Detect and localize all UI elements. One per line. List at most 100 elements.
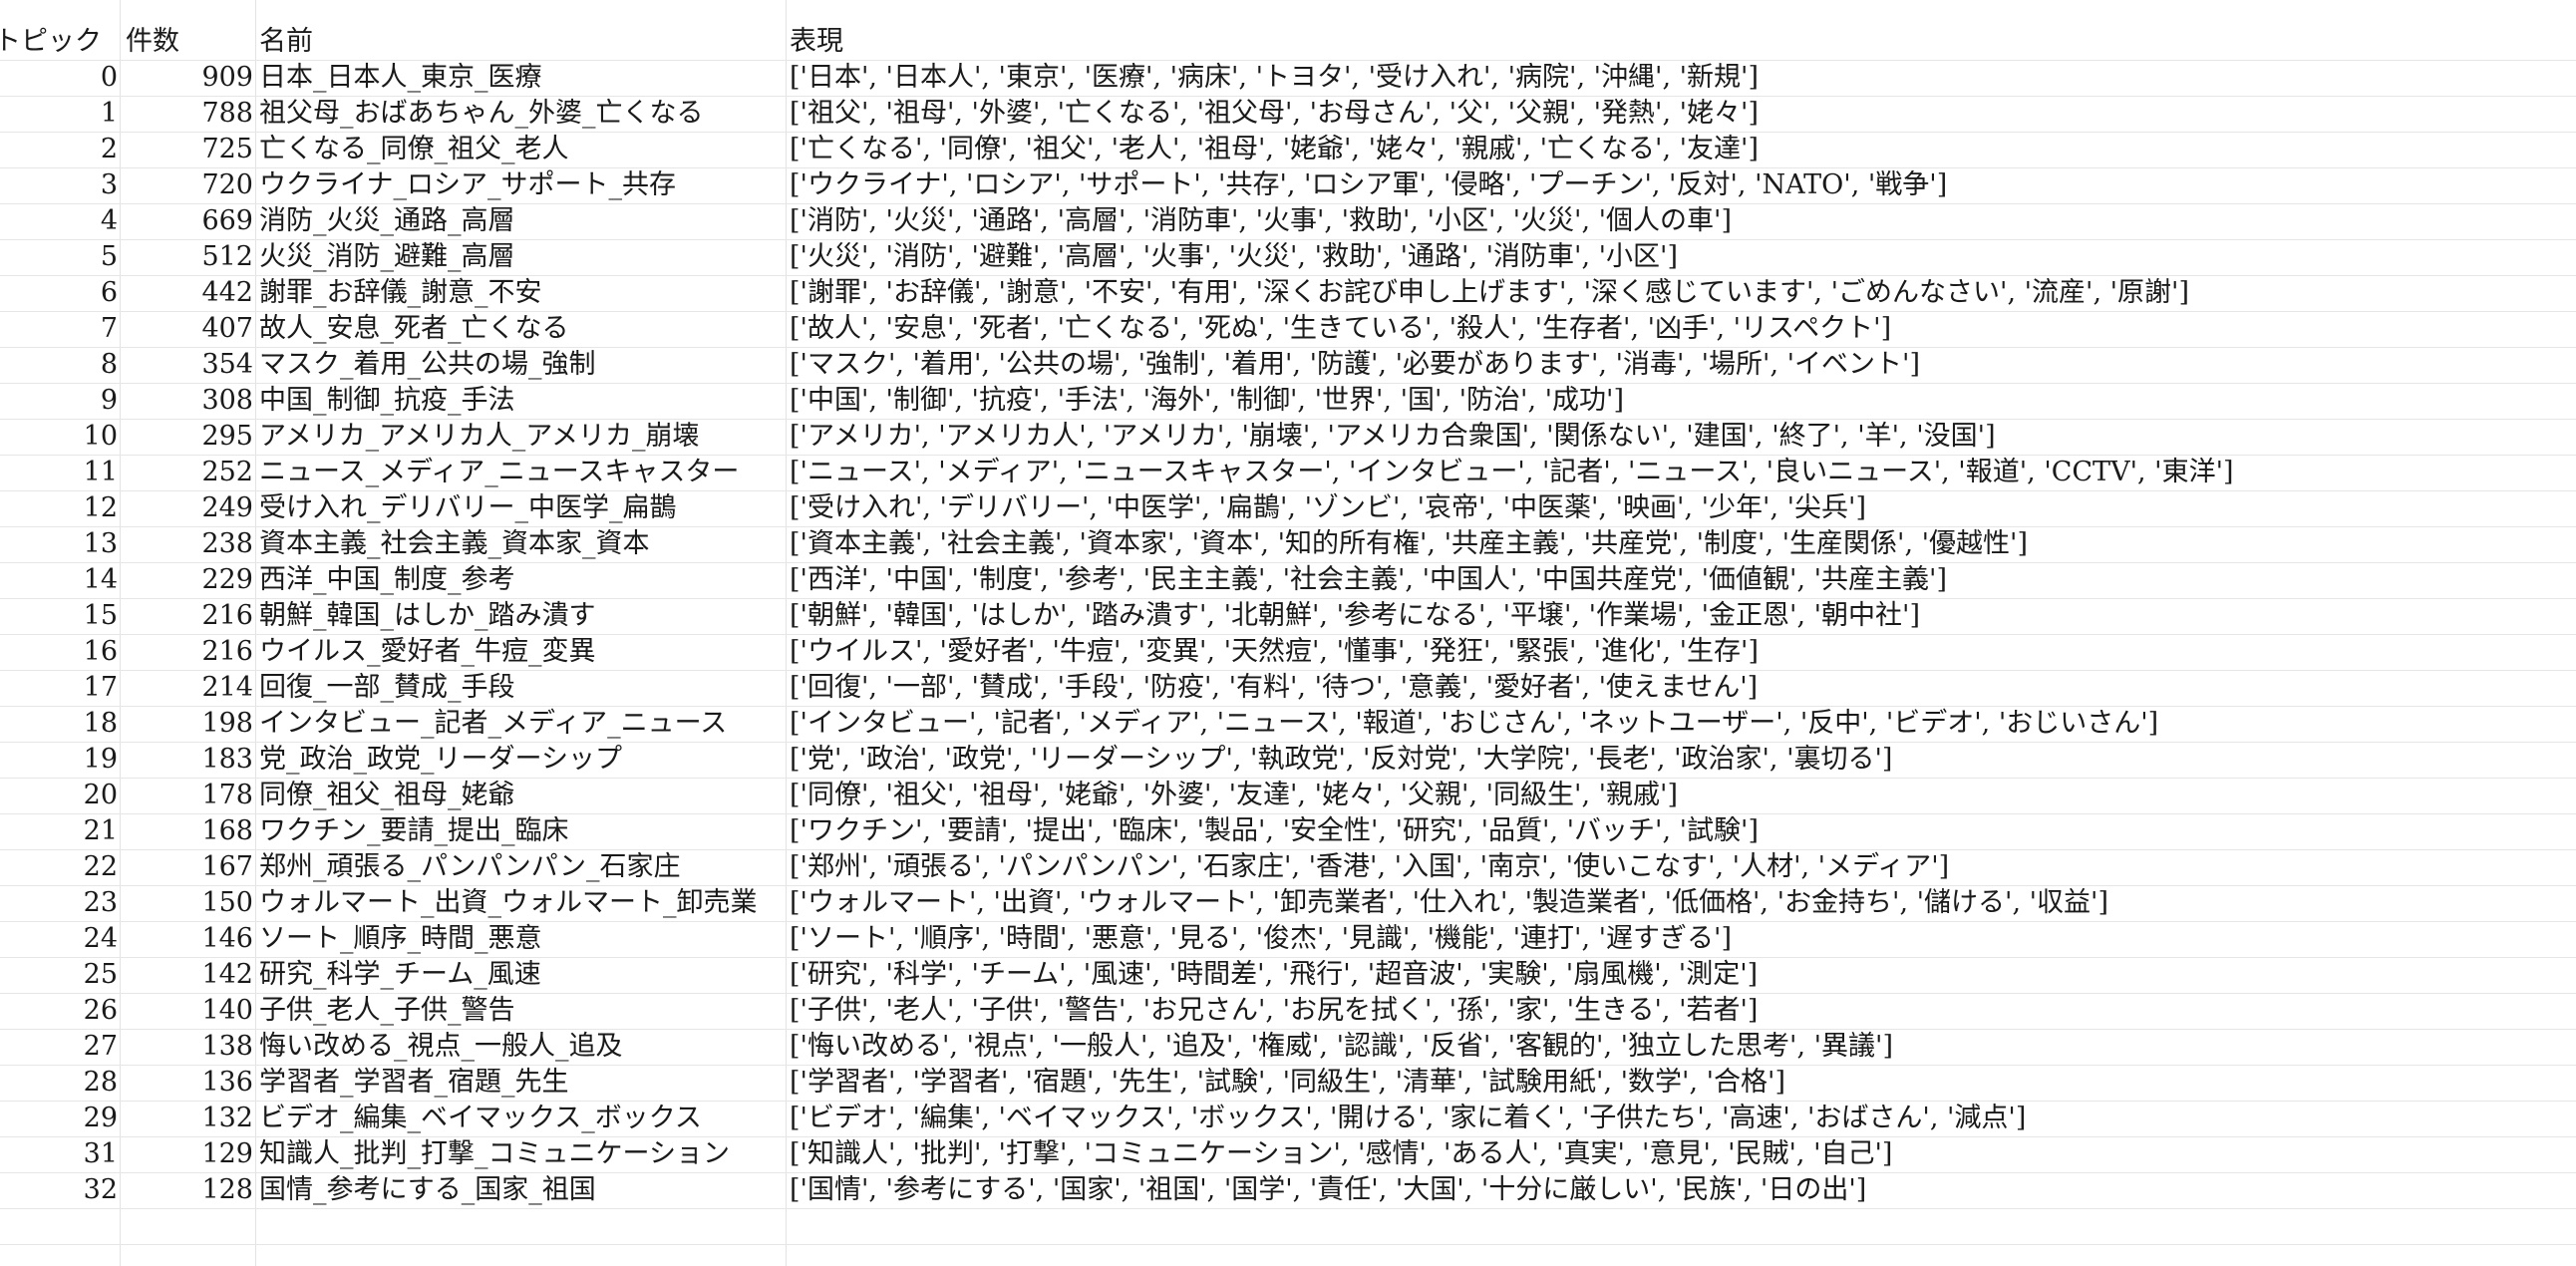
count-cell[interactable]: 140 [122,993,253,1029]
spreadsheet[interactable]: トピック 件数 名前 表現 0 909 日本_日本人_東京_医療 ['日本', '日本… [0,0,2576,1266]
topic-cell[interactable]: 26 [0,993,118,1029]
name-cell[interactable]: 受け入れ_デリバリー_中医学_扁鵲 [259,490,785,526]
table-row[interactable]: 11 252 ニュース_メディア_ニュースキャスター ['ニュース', 'メディア',… [0,455,2576,491]
table-row[interactable]: 10 295 アメリカ_アメリカ人_アメリカ_崩壊 ['アメリカ', 'アメリカ人',… [0,419,2576,456]
expression-cell[interactable]: ['中国', '制御', '抗疫', '手法', '海外', '制御', '世界… [790,383,2576,419]
topic-cell[interactable]: 23 [0,885,118,921]
expression-cell[interactable]: ['国情', '参考にする', '国家', '祖国', '国学', '責任', … [790,1172,2576,1208]
topic-cell[interactable]: 28 [0,1065,118,1101]
count-cell[interactable]: 909 [122,60,253,96]
table-row[interactable]: 14 229 西洋_中国_制度_参考 ['西洋', '中国', '制度', '参考',… [0,562,2576,599]
count-cell[interactable]: 138 [122,1029,253,1065]
count-cell[interactable]: 249 [122,490,253,526]
count-cell[interactable]: 168 [122,813,253,849]
expression-cell[interactable]: ['ニュース', 'メディア', 'ニュースキャスター', 'インタビュー', … [790,455,2576,490]
table-row[interactable]: 25 142 研究_科学_チーム_風速 ['研究', '科学', 'チーム', '風速… [0,957,2576,994]
name-cell[interactable]: ワクチン_要請_提出_臨床 [259,813,785,849]
name-cell[interactable]: ニュース_メディア_ニュースキャスター [259,455,785,490]
name-cell[interactable]: 消防_火災_通路_高層 [259,203,785,239]
expression-cell[interactable]: ['ウクライナ', 'ロシア', 'サポート', '共存', 'ロシア軍', '… [790,167,2576,203]
name-cell[interactable]: 朝鮮_韓国_はしか_踏み潰す [259,598,785,634]
count-cell[interactable]: 252 [122,455,253,490]
table-row[interactable]: 28 136 学習者_学習者_宿題_先生 ['学習者', '学習者', '宿題', '… [0,1065,2576,1102]
count-cell[interactable]: 142 [122,957,253,993]
table-row[interactable]: 3 720 ウクライナ_ロシア_サポート_共存 ['ウクライナ', 'ロシア', 'サ… [0,167,2576,204]
count-cell[interactable]: 132 [122,1101,253,1136]
table-row[interactable]: 32 128 国情_参考にする_国家_祖国 ['国情', '参考にする', '国家',… [0,1172,2576,1209]
expression-cell[interactable]: ['学習者', '学習者', '宿題', '先生', '試験', '同級生', … [790,1065,2576,1101]
count-cell[interactable]: 725 [122,132,253,167]
count-cell[interactable]: 308 [122,383,253,419]
expression-cell[interactable]: ['ウォルマート', '出資', 'ウォルマート', '卸売業者', '仕入れ'… [790,885,2576,921]
count-cell[interactable]: 295 [122,419,253,455]
count-cell[interactable]: 150 [122,885,253,921]
expression-cell[interactable]: ['ワクチン', '要請', '提出', '臨床', '製品', '安全性', … [790,813,2576,849]
count-cell[interactable]: 129 [122,1136,253,1172]
count-cell[interactable]: 720 [122,167,253,203]
table-row[interactable]: 1 788 祖父母_おばあちゃん_外婆_亡くなる ['祖父', '祖母', '外婆',… [0,96,2576,133]
topic-cell[interactable]: 10 [0,419,118,455]
name-cell[interactable]: 郑州_頑張る_パンパンパン_石家庄 [259,849,785,885]
count-cell[interactable]: 198 [122,706,253,742]
topic-cell[interactable]: 20 [0,778,118,813]
count-cell[interactable]: 788 [122,96,253,132]
count-cell[interactable]: 407 [122,311,253,347]
name-cell[interactable]: マスク_着用_公共の場_強制 [259,347,785,383]
expression-cell[interactable]: ['西洋', '中国', '制度', '参考', '民主主義', '社会主義',… [790,562,2576,598]
table-row[interactable]: 26 140 子供_老人_子供_警告 ['子供', '老人', '子供', '警告',… [0,993,2576,1030]
name-cell[interactable]: ウクライナ_ロシア_サポート_共存 [259,167,785,203]
table-row[interactable]: 2 725 亡くなる_同僚_祖父_老人 ['亡くなる', '同僚', '祖父', '老… [0,132,2576,168]
name-cell[interactable]: 中国_制御_抗疫_手法 [259,383,785,419]
table-row[interactable]: 23 150 ウォルマート_出資_ウォルマート_卸売業 ['ウォルマート', '出資'… [0,885,2576,922]
table-row[interactable]: 15 216 朝鮮_韓国_はしか_踏み潰す ['朝鮮', '韓国', 'はしか', '… [0,598,2576,635]
expression-cell[interactable]: ['郑州', '頑張る', 'パンパンパン', '石家庄', '香港', '入国… [790,849,2576,885]
count-cell[interactable]: 178 [122,778,253,813]
topic-cell[interactable]: 8 [0,347,118,383]
name-cell[interactable]: 同僚_祖父_祖母_姥爺 [259,778,785,813]
expression-cell[interactable]: ['受け入れ', 'デリバリー', '中医学', '扁鵲', 'ゾンビ', '哀… [790,490,2576,526]
count-cell[interactable]: 216 [122,598,253,634]
empty-row[interactable] [0,1208,2576,1245]
name-cell[interactable]: 西洋_中国_制度_参考 [259,562,785,598]
expression-cell[interactable]: ['ウイルス', '愛好者', '牛痘', '変異', '天然痘', '懂事',… [790,634,2576,670]
table-row[interactable]: 5 512 火災_消防_避難_高層 ['火災', '消防', '避難', '高層', … [0,239,2576,276]
count-cell[interactable]: 512 [122,239,253,275]
count-cell[interactable]: 216 [122,634,253,670]
topic-cell[interactable]: 12 [0,490,118,526]
name-cell[interactable]: 火災_消防_避難_高層 [259,239,785,275]
topic-cell[interactable]: 27 [0,1029,118,1065]
count-cell[interactable]: 183 [122,742,253,778]
count-cell[interactable]: 229 [122,562,253,598]
table-row[interactable]: 20 178 同僚_祖父_祖母_姥爺 ['同僚', '祖父', '祖母', '姥爺',… [0,778,2576,814]
header-name[interactable]: 名前 [259,24,785,60]
name-cell[interactable]: 資本主義_社会主義_資本家_資本 [259,526,785,562]
table-row[interactable]: 16 216 ウイルス_愛好者_牛痘_変異 ['ウイルス', '愛好者', '牛痘',… [0,634,2576,671]
expression-cell[interactable]: ['回復', '一部', '賛成', '手段', '防疫', '有料', '待つ… [790,670,2576,706]
expression-cell[interactable]: ['祖父', '祖母', '外婆', '亡くなる', '祖父母', 'お母さん'… [790,96,2576,132]
table-row[interactable]: 24 146 ソート_順序_時間_悪意 ['ソート', '順序', '時間', '悪意… [0,921,2576,958]
topic-cell[interactable]: 24 [0,921,118,957]
table-row[interactable]: 29 132 ビデオ_編集_ベイマックス_ボックス ['ビデオ', '編集', 'ベイ… [0,1101,2576,1137]
expression-cell[interactable]: ['党', '政治', '政党', 'リーダーシップ', '執政党', '反対党… [790,742,2576,778]
header-expression[interactable]: 表現 [790,24,2576,60]
name-cell[interactable]: 知識人_批判_打撃_コミュニケーション [259,1136,785,1172]
table-row[interactable]: 13 238 資本主義_社会主義_資本家_資本 ['資本主義', '社会主義', '資… [0,526,2576,563]
empty-row[interactable] [0,1244,2576,1266]
expression-cell[interactable]: ['研究', '科学', 'チーム', '風速', '時間差', '飛行', '… [790,957,2576,993]
count-cell[interactable]: 136 [122,1065,253,1101]
table-row[interactable]: 27 138 悔い改める_視点_一般人_追及 ['悔い改める', '視点', '一般人… [0,1029,2576,1066]
name-cell[interactable]: ウォルマート_出資_ウォルマート_卸売業 [259,885,785,921]
topic-cell[interactable]: 18 [0,706,118,742]
table-row[interactable]: 18 198 インタビュー_記者_メディア_ニュース ['インタビュー', '記者',… [0,706,2576,743]
topic-cell[interactable]: 14 [0,562,118,598]
count-cell[interactable]: 442 [122,275,253,311]
name-cell[interactable]: 謝罪_お辞儀_謝意_不安 [259,275,785,311]
header-topic[interactable]: トピック [0,24,120,60]
topic-cell[interactable]: 5 [0,239,118,275]
name-cell[interactable]: ソート_順序_時間_悪意 [259,921,785,957]
topic-cell[interactable]: 0 [0,60,118,96]
header-count[interactable]: 件数 [126,24,245,60]
name-cell[interactable]: 亡くなる_同僚_祖父_老人 [259,132,785,167]
table-row[interactable]: 12 249 受け入れ_デリバリー_中医学_扁鵲 ['受け入れ', 'デリバリー', … [0,490,2576,527]
count-cell[interactable]: 669 [122,203,253,239]
